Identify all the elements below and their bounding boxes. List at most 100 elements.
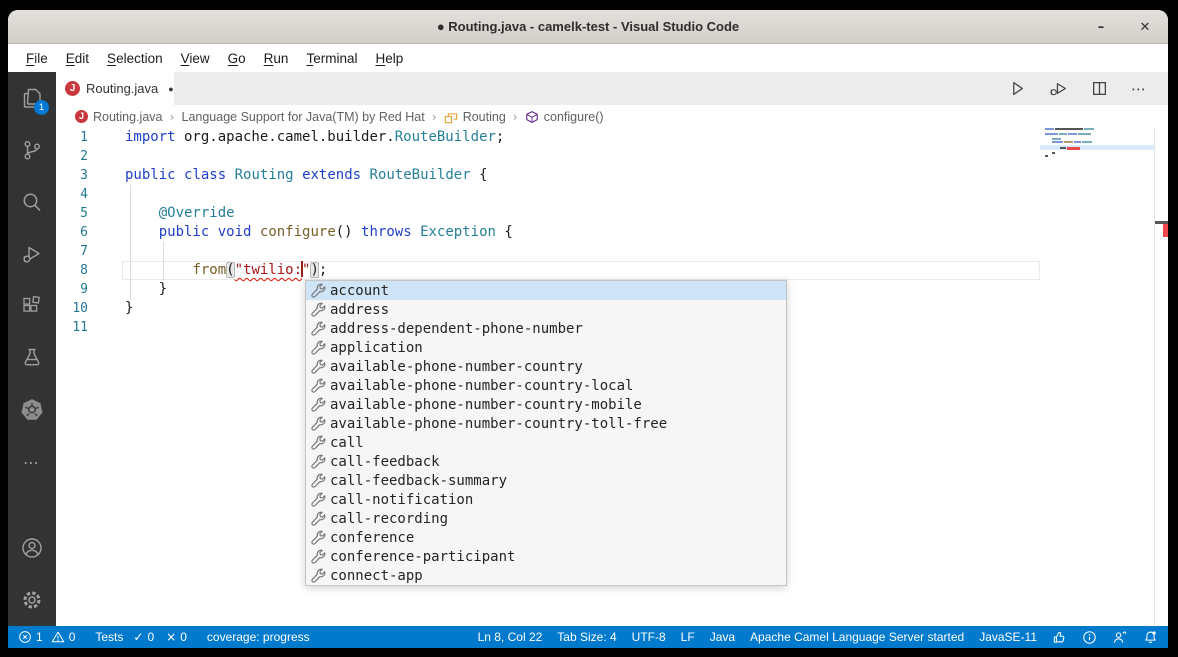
line-content: } — [88, 280, 167, 299]
breadcrumb-file[interactable]: J Routing.java — [75, 110, 163, 124]
settings-button[interactable] — [8, 574, 56, 626]
info-button[interactable] — [1082, 630, 1097, 645]
suggest-item-account[interactable]: account — [306, 281, 786, 300]
menu-help[interactable]: Help — [366, 48, 412, 69]
title-bar[interactable]: ● Routing.java - camelk-test - Visual St… — [8, 10, 1168, 44]
suggest-item-label: application — [330, 340, 423, 356]
line-number: 10 — [56, 299, 88, 318]
suggest-item-label: connect-app — [330, 568, 423, 584]
symbol-property-icon — [310, 530, 326, 546]
sidebar-item-explorer[interactable]: 1 — [8, 72, 56, 124]
suggest-item-available-phone-number-country-mobile[interactable]: available-phone-number-country-mobile — [306, 395, 786, 414]
sidebar-item-testing[interactable] — [8, 332, 56, 384]
sidebar-item-more[interactable]: ⋯ — [8, 436, 56, 488]
code-line-7[interactable]: 7 — [56, 242, 1168, 261]
split-editor-button[interactable] — [1091, 80, 1108, 97]
sidebar-item-kubernetes[interactable] — [8, 384, 56, 436]
line-content — [88, 318, 125, 337]
problems-indicator[interactable]: 1 0 — [18, 630, 75, 644]
suggest-item-label: available-phone-number-country-mobile — [330, 397, 642, 413]
chevron-right-icon: › — [170, 109, 175, 124]
suggest-item-call[interactable]: call — [306, 433, 786, 452]
menu-file[interactable]: File — [17, 48, 57, 69]
minimize-button[interactable]: – — [1092, 20, 1110, 35]
menu-go[interactable]: Go — [219, 48, 255, 69]
more-actions-button[interactable]: ⋯ — [1131, 80, 1146, 98]
desktop-background: ● Routing.java - camelk-test - Visual St… — [0, 0, 1178, 657]
notifications-button[interactable] — [1143, 630, 1158, 645]
minimap[interactable] — [1040, 128, 1154, 626]
menu-edit[interactable]: Edit — [57, 48, 98, 69]
menu-run[interactable]: Run — [255, 48, 298, 69]
suggest-widget: accountaddressaddress-dependent-phone-nu… — [305, 280, 787, 586]
breadcrumb-extension[interactable]: Language Support for Java(TM) by Red Hat — [182, 110, 425, 124]
minimap-code-mark — [1064, 141, 1073, 143]
code-line-8[interactable]: 8 from("twilio:"); — [56, 261, 1168, 280]
java-file-icon: J — [75, 110, 88, 123]
tab-routing-java[interactable]: J Routing.java ● — [56, 72, 174, 105]
suggest-item-call-notification[interactable]: call-notification — [306, 490, 786, 509]
code-line-5[interactable]: 5 @Override — [56, 204, 1168, 223]
sidebar-item-source-control[interactable] — [8, 124, 56, 176]
suggest-item-call-feedback[interactable]: call-feedback — [306, 452, 786, 471]
menu-terminal[interactable]: Terminal — [297, 48, 366, 69]
modified-dot-icon[interactable]: ● — [168, 84, 173, 94]
menu-view[interactable]: View — [172, 48, 219, 69]
symbol-property-icon — [310, 473, 326, 489]
symbol-property-icon — [310, 359, 326, 375]
suggest-item-available-phone-number-country-toll-free[interactable]: available-phone-number-country-toll-free — [306, 414, 786, 433]
minimap-code-mark — [1045, 128, 1054, 130]
close-button[interactable]: ✕ — [1136, 20, 1154, 35]
minimap-code-mark — [1060, 147, 1066, 149]
java-runtime[interactable]: JavaSE-11 — [979, 630, 1037, 644]
camel-language-server-status[interactable]: Apache Camel Language Server started — [750, 630, 964, 644]
tests-indicator[interactable]: Tests ✓ 0 × 0 — [95, 630, 187, 644]
cursor-position[interactable]: Ln 8, Col 22 — [478, 630, 543, 644]
suggest-item-conference-participant[interactable]: conference-participant — [306, 547, 786, 566]
suggest-item-call-recording[interactable]: call-recording — [306, 509, 786, 528]
suggest-item-conference[interactable]: conference — [306, 528, 786, 547]
suggest-item-available-phone-number-country[interactable]: available-phone-number-country — [306, 357, 786, 376]
line-content: from("twilio:"); — [88, 261, 327, 280]
minimap-code-mark — [1084, 128, 1094, 130]
menu-selection[interactable]: Selection — [98, 48, 172, 69]
editor-actions: ⋯ — [1009, 72, 1168, 105]
breadcrumb-class[interactable]: Routing — [444, 110, 506, 124]
sidebar-item-search[interactable] — [8, 176, 56, 228]
indentation-setting[interactable]: Tab Size: 4 — [557, 630, 616, 644]
suggest-item-address[interactable]: address — [306, 300, 786, 319]
run-or-debug-button[interactable] — [1049, 80, 1068, 97]
sidebar-item-run-and-debug[interactable] — [8, 228, 56, 280]
suggest-item-connect-app[interactable]: connect-app — [306, 566, 786, 585]
suggest-item-call-feedback-summary[interactable]: call-feedback-summary — [306, 471, 786, 490]
beaker-icon — [20, 346, 44, 370]
code-line-2[interactable]: 2 — [56, 147, 1168, 166]
run-button[interactable] — [1009, 80, 1026, 97]
suggest-item-available-phone-number-country-local[interactable]: available-phone-number-country-local — [306, 376, 786, 395]
code-editor[interactable]: 1import org.apache.camel.builder.RouteBu… — [56, 128, 1168, 626]
feedback-thumbs-button[interactable] — [1052, 630, 1067, 645]
coverage-indicator[interactable]: coverage: progress — [207, 630, 310, 644]
window-title: ● Routing.java - camelk-test - Visual St… — [437, 19, 739, 34]
suggest-item-address-dependent-phone-number[interactable]: address-dependent-phone-number — [306, 319, 786, 338]
suggest-item-application[interactable]: application — [306, 338, 786, 357]
minimap-code-mark — [1052, 141, 1063, 143]
code-line-3[interactable]: 3public class Routing extends RouteBuild… — [56, 166, 1168, 185]
code-line-4[interactable]: 4 — [56, 185, 1168, 204]
minimap-code-mark — [1052, 138, 1061, 140]
java-file-icon: J — [65, 81, 80, 96]
account-button[interactable] — [8, 522, 56, 574]
overview-ruler[interactable] — [1154, 128, 1168, 626]
eol-setting[interactable]: LF — [681, 630, 695, 644]
language-mode[interactable]: Java — [710, 630, 735, 644]
debug-play-icon — [1049, 80, 1068, 97]
breadcrumb-method[interactable]: configure() — [525, 110, 604, 124]
code-line-1[interactable]: 1import org.apache.camel.builder.RouteBu… — [56, 128, 1168, 147]
suggest-item-label: call-recording — [330, 511, 448, 527]
sidebar-item-extensions[interactable] — [8, 280, 56, 332]
code-line-6[interactable]: 6 public void configure() throws Excepti… — [56, 223, 1168, 242]
feedback-button[interactable] — [1112, 630, 1128, 645]
more-icon: ⋯ — [23, 453, 41, 472]
symbol-property-icon — [310, 435, 326, 451]
encoding-setting[interactable]: UTF-8 — [632, 630, 666, 644]
